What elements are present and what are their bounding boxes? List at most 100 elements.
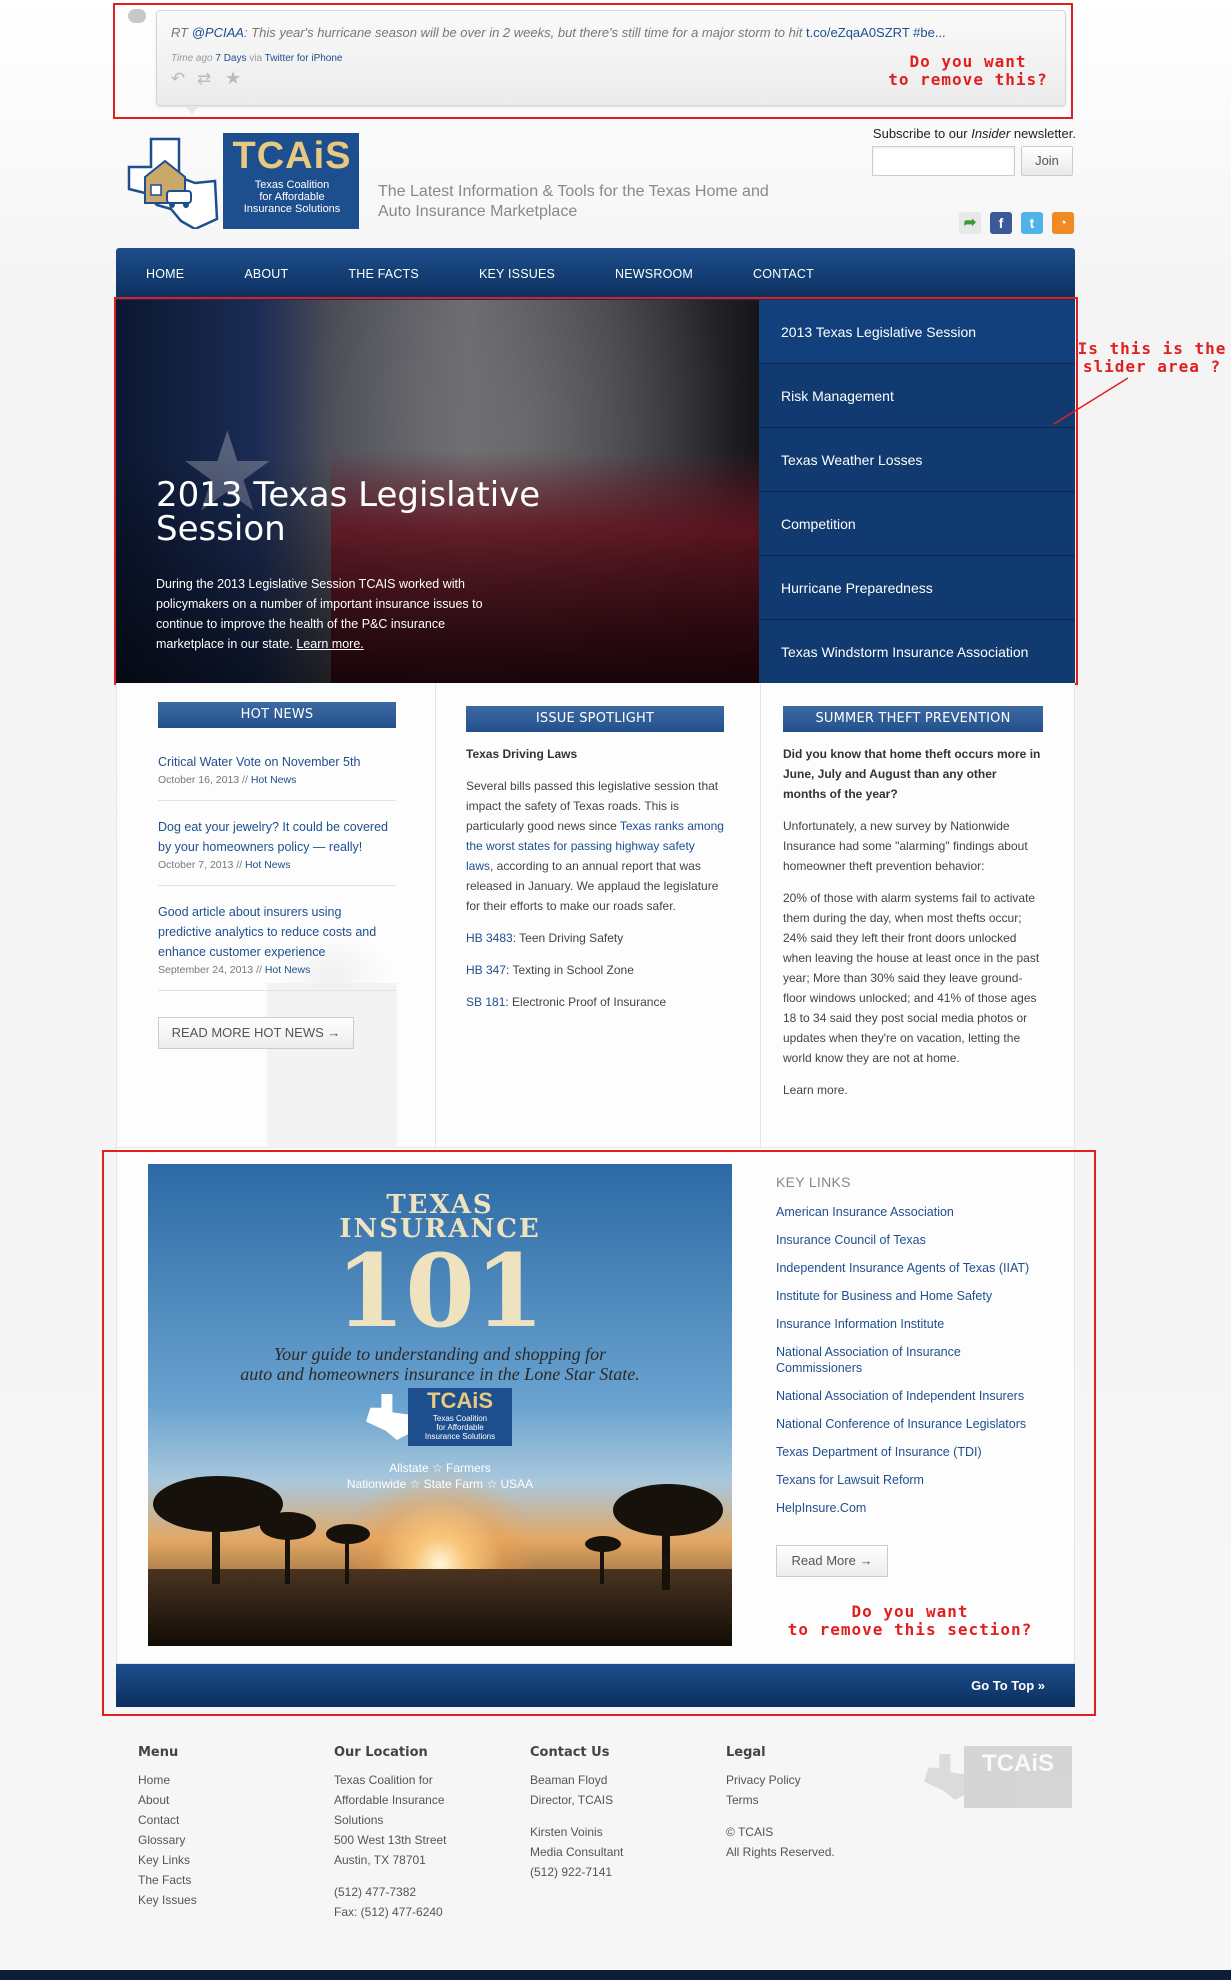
rights-reserved: All Rights Reserved. <box>726 1845 835 1859</box>
logo-text: TCAiS <box>232 135 352 177</box>
bill-link[interactable]: HB 347 <box>466 963 506 977</box>
news-item-title[interactable]: Good article about insurers using predic… <box>158 902 396 962</box>
footer-legal: Legal Privacy Policy Terms © TCAIS All R… <box>726 1745 906 1862</box>
theft-paragraph: Unfortunately, a new survey by Nationwid… <box>783 819 1028 873</box>
news-item-category[interactable]: Hot News <box>265 964 311 976</box>
footer-location: Our Location Texas Coalition for Afforda… <box>334 1745 514 1922</box>
address-line: Affordable Insurance <box>334 1793 445 1807</box>
address-line: Austin, TX 78701 <box>334 1853 426 1867</box>
footer-menu: Menu Home About Contact Glossary Key Lin… <box>138 1745 318 1910</box>
footer-location-heading: Our Location <box>334 1745 428 1760</box>
bill-item: HB 3483: Teen Driving Safety <box>466 931 624 945</box>
news-item-category[interactable]: Hot News <box>245 859 291 871</box>
read-more-hot-news-button[interactable]: READ MORE HOT NEWS → <box>158 1017 354 1049</box>
bill-link[interactable]: HB 3483 <box>466 931 513 945</box>
issue-spotlight-heading: ISSUE SPOTLIGHT <box>466 706 724 732</box>
annotation-remove-tweet: Do you want to remove this? <box>888 52 1048 89</box>
contact-phone: (512) 922-7141 <box>530 1865 613 1879</box>
theft-lead: Did you know that home theft occurs more… <box>783 747 1041 801</box>
contact-name-link[interactable]: Beaman Floyd <box>530 1770 710 1790</box>
rss-icon[interactable]: ◔ <box>1052 212 1074 234</box>
annotation-arrow <box>1053 377 1129 425</box>
nav-newsroom[interactable]: NEWSROOM <box>615 267 693 281</box>
fax-number: Fax: (512) 477-6240 <box>334 1905 443 1919</box>
share-icon[interactable]: ➦ <box>959 212 981 234</box>
spotlight-paragraph: Several bills passed this legislative se… <box>466 779 724 913</box>
tweet-handle-link[interactable]: @PCIAA <box>192 25 244 40</box>
twitter-icon[interactable]: t <box>1021 212 1043 234</box>
news-item-date: October 7, 2013 // Hot News <box>158 859 291 871</box>
footer-link-the-facts[interactable]: The Facts <box>138 1870 318 1890</box>
site-logo[interactable]: TCAiS Texas Coalition for Affordable Ins… <box>123 133 359 231</box>
copyright: © TCAIS <box>726 1825 774 1839</box>
news-item-category[interactable]: Hot News <box>251 774 297 786</box>
footer-contact-heading: Contact Us <box>530 1745 610 1760</box>
contact-role: Director, TCAIS <box>530 1793 614 1807</box>
join-button[interactable]: Join <box>1021 146 1073 176</box>
tweet-pointer <box>186 107 198 114</box>
address-line: 500 West 13th Street <box>334 1833 447 1847</box>
theft-prevention-column: SUMMER THEFT PREVENTION Did you know tha… <box>783 706 1043 1100</box>
newsletter-email-input[interactable] <box>872 146 1015 176</box>
bill-link[interactable]: SB 181 <box>466 995 505 1009</box>
contact-name-link[interactable]: Kirsten Voinis <box>530 1822 710 1842</box>
nav-contact[interactable]: CONTACT <box>753 267 814 281</box>
site-tagline: The Latest Information & Tools for the T… <box>378 183 769 220</box>
footer-link-contact[interactable]: Contact <box>138 1810 318 1830</box>
address-line: Solutions <box>334 1813 384 1827</box>
hot-news-heading: HOT NEWS <box>158 702 396 728</box>
facebook-icon[interactable]: f <box>990 212 1012 234</box>
reply-icon[interactable]: ↶ <box>171 69 185 89</box>
nav-the-facts[interactable]: THE FACTS <box>348 267 419 281</box>
bill-item: HB 347: Texting in School Zone <box>466 963 634 977</box>
footer-logo-text: TCAiS <box>982 1750 1054 1777</box>
tweet-meta: Time ago 7 Days via Twitter for iPhone <box>171 53 343 64</box>
footer-link-key-issues[interactable]: Key Issues <box>138 1890 318 1910</box>
bottom-bar <box>0 1970 1231 1980</box>
footer-logo-map-icon <box>924 1754 968 1800</box>
nav-about[interactable]: ABOUT <box>244 267 288 281</box>
content-columns: HOT NEWS Critical Water Vote on November… <box>116 683 1075 1148</box>
annotation-slider-question: Is this is the slider area ? <box>1077 339 1227 376</box>
main-nav: HOME ABOUT THE FACTS KEY ISSUES NEWSROOM… <box>116 248 1075 300</box>
issue-spotlight-column: ISSUE SPOTLIGHT Texas Driving Laws Sever… <box>466 706 724 1012</box>
phone-number: (512) 477-7382 <box>334 1885 417 1899</box>
news-item-date: October 16, 2013 // Hot News <box>158 774 297 786</box>
footer-menu-heading: Menu <box>138 1745 179 1760</box>
spotlight-subtitle: Texas Driving Laws <box>466 747 578 761</box>
footer-logo: TCAiS <box>924 1746 1072 1808</box>
contact-role: Media Consultant <box>530 1845 624 1859</box>
annotation-box-slider <box>114 297 1078 685</box>
logo-subtitle: Texas Coalition for Affordable Insurance… <box>243 179 341 215</box>
tweet-text: RT @PCIAA: This year's hurricane season … <box>171 25 946 40</box>
bill-item: SB 181: Electronic Proof of Insurance <box>466 995 667 1009</box>
footer-link-glossary[interactable]: Glossary <box>138 1830 318 1850</box>
footer-link-home[interactable]: Home <box>138 1770 318 1790</box>
annotation-remove-section: Do you want to remove this section? <box>787 1602 1033 1639</box>
hot-news-column: HOT NEWS Critical Water Vote on November… <box>158 702 396 1007</box>
address-line: Texas Coalition for <box>334 1773 433 1787</box>
nav-key-issues[interactable]: KEY ISSUES <box>479 267 555 281</box>
footer-contact: Contact Us Beaman Floyd Director, TCAIS … <box>530 1745 710 1882</box>
theft-learn-more-link[interactable]: Learn more. <box>783 1080 1043 1100</box>
tweet-url-link[interactable]: t.co/eZqaA0SZRT <box>806 25 910 40</box>
news-item-title[interactable]: Dog eat your jewelry? It could be covere… <box>158 817 396 857</box>
privacy-policy-link[interactable]: Privacy Policy <box>726 1770 906 1790</box>
news-item-date: September 24, 2013 // Hot News <box>158 964 311 976</box>
subscribe-text: Subscribe to our Insider newsletter. <box>872 126 1076 141</box>
retweet-icon[interactable]: ⇄ <box>197 69 211 89</box>
tweet-bubble-icon <box>128 9 146 23</box>
footer-link-about[interactable]: About <box>138 1790 318 1810</box>
tweet-time-link[interactable]: 7 Days <box>215 53 246 64</box>
tweet-hashtag-link[interactable]: #be... <box>910 25 946 40</box>
theft-prevention-heading: SUMMER THEFT PREVENTION <box>783 706 1043 732</box>
news-item-title[interactable]: Critical Water Vote on November 5th <box>158 752 396 772</box>
page: { "tweet": { "prefix": "RT ", "handle": … <box>0 0 1231 1980</box>
tweet-client-link[interactable]: Twitter for iPhone <box>265 53 343 64</box>
footer-link-key-links[interactable]: Key Links <box>138 1850 318 1870</box>
theft-paragraph: 20% of those with alarm systems fail to … <box>783 891 1040 1065</box>
footer-legal-heading: Legal <box>726 1745 766 1760</box>
terms-link[interactable]: Terms <box>726 1790 906 1810</box>
favorite-icon[interactable]: ★ <box>225 68 241 89</box>
nav-home[interactable]: HOME <box>146 267 184 281</box>
